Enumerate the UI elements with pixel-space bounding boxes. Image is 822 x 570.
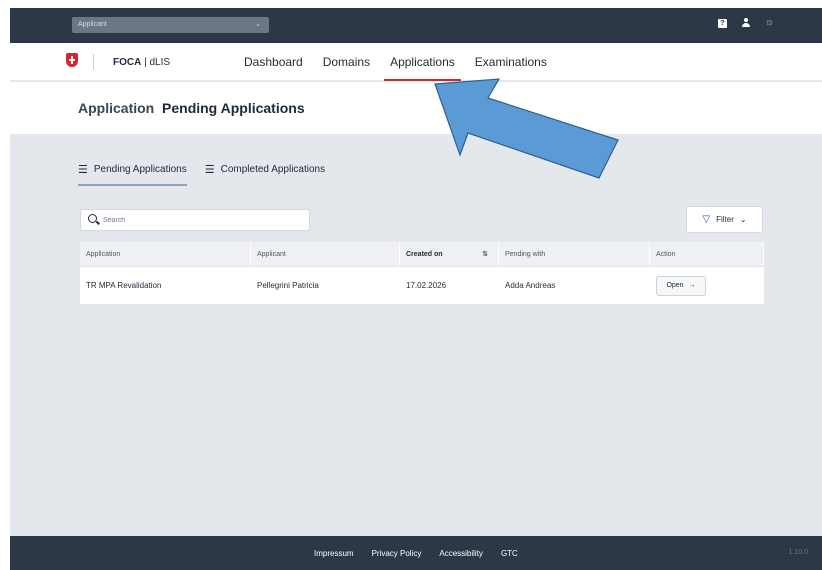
page-title-main: Pending Applications — [162, 100, 305, 116]
cell-application: TR MPA Revalidation — [86, 281, 162, 290]
filter-icon: ▽ — [702, 214, 711, 225]
logo-divider — [93, 54, 94, 70]
user-icon[interactable] — [741, 18, 751, 28]
footer-link-accessibility[interactable]: Accessibility — [439, 549, 483, 558]
page-title-section: Application — [78, 100, 155, 116]
footer: Impressum Privacy Policy Accessibility G… — [10, 536, 822, 570]
brand-rest: dLIS — [149, 57, 171, 68]
open-button[interactable]: Open → — [656, 275, 706, 296]
search-icon — [88, 214, 97, 223]
nav-menu: Dashboard Domains Applications Examinati… — [238, 43, 561, 81]
footer-links: Impressum Privacy Policy Accessibility G… — [314, 536, 518, 570]
tab-pending-applications[interactable]: ☰ Pending Applications — [78, 163, 187, 186]
cell-applicant: Pellegrini Patricia — [257, 281, 319, 290]
brand-name[interactable]: FOCA | dLIS — [113, 57, 170, 68]
help-icon[interactable]: ? — [717, 18, 727, 28]
theme-toggle-icon[interactable]: ☼ — [765, 18, 774, 28]
swiss-cross-logo — [66, 53, 78, 67]
cell-action: Open → — [650, 275, 764, 296]
table-row: TR MPA Revalidation Pellegrini Patricia … — [80, 267, 764, 304]
filter-button[interactable]: ▽ Filter ⌄ — [686, 206, 763, 233]
filter-label: Filter — [716, 215, 734, 224]
column-header-pending-with[interactable]: Pending with — [499, 242, 650, 266]
column-header-action: Action — [650, 242, 764, 266]
nav-item-applications[interactable]: Applications — [384, 43, 461, 81]
column-header-created-on[interactable]: Created on ⇅ — [400, 242, 499, 266]
column-header-label: Created on — [406, 251, 443, 258]
chevron-down-icon: ⌄ — [255, 21, 261, 28]
footer-link-privacy-policy[interactable]: Privacy Policy — [372, 549, 422, 558]
tab-completed-applications[interactable]: ☰ Completed Applications — [205, 163, 325, 186]
footer-link-impressum[interactable]: Impressum — [314, 549, 354, 558]
role-select[interactable]: Applicant ⌄ — [72, 17, 269, 33]
footer-link-gtc[interactable]: GTC — [501, 549, 518, 558]
main-navbar: FOCA | dLIS Dashboard Domains Applicatio… — [10, 43, 822, 81]
column-header-application[interactable]: Application — [80, 242, 251, 266]
search-input[interactable] — [103, 213, 303, 227]
app-window: Applicant ⌄ ? ☼ FOCA | dLIS Dashboard Do… — [10, 8, 822, 570]
checklist-icon: ☰ — [204, 164, 215, 176]
sort-icon[interactable]: ⇅ — [482, 242, 488, 267]
cell-created-on: 17.02.2026 — [406, 281, 447, 290]
nav-item-dashboard[interactable]: Dashboard — [238, 43, 309, 81]
arrow-right-icon: → — [688, 282, 696, 289]
role-select-value: Applicant — [78, 21, 107, 28]
page-header: Application Pending Applications — [10, 82, 822, 134]
applications-table: Application Applicant Created on ⇅ Pendi… — [80, 242, 764, 304]
column-header-applicant[interactable]: Applicant — [251, 242, 400, 266]
cell-pending-with: Adda Andreas — [505, 281, 556, 290]
tab-label: Completed Applications — [220, 164, 326, 175]
top-icons: ? ☼ — [717, 18, 774, 28]
open-button-label: Open — [666, 282, 684, 289]
tab-label: Pending Applications — [93, 164, 187, 175]
search-box — [80, 209, 310, 231]
table-header: Application Applicant Created on ⇅ Pendi… — [80, 242, 764, 267]
nav-item-domains[interactable]: Domains — [317, 43, 376, 81]
chevron-down-icon: ⌄ — [739, 215, 747, 224]
nav-item-examinations[interactable]: Examinations — [469, 43, 553, 81]
page-title: Application Pending Applications — [78, 100, 305, 116]
app-version: 1.10.0 — [788, 549, 808, 556]
brand-bold: FOCA — [113, 57, 142, 68]
brand-separator: | — [141, 57, 150, 68]
list-icon: ☰ — [78, 164, 88, 176]
top-bar: Applicant ⌄ ? ☼ — [10, 8, 822, 43]
application-tabs: ☰ Pending Applications ☰ Completed Appli… — [78, 163, 325, 186]
